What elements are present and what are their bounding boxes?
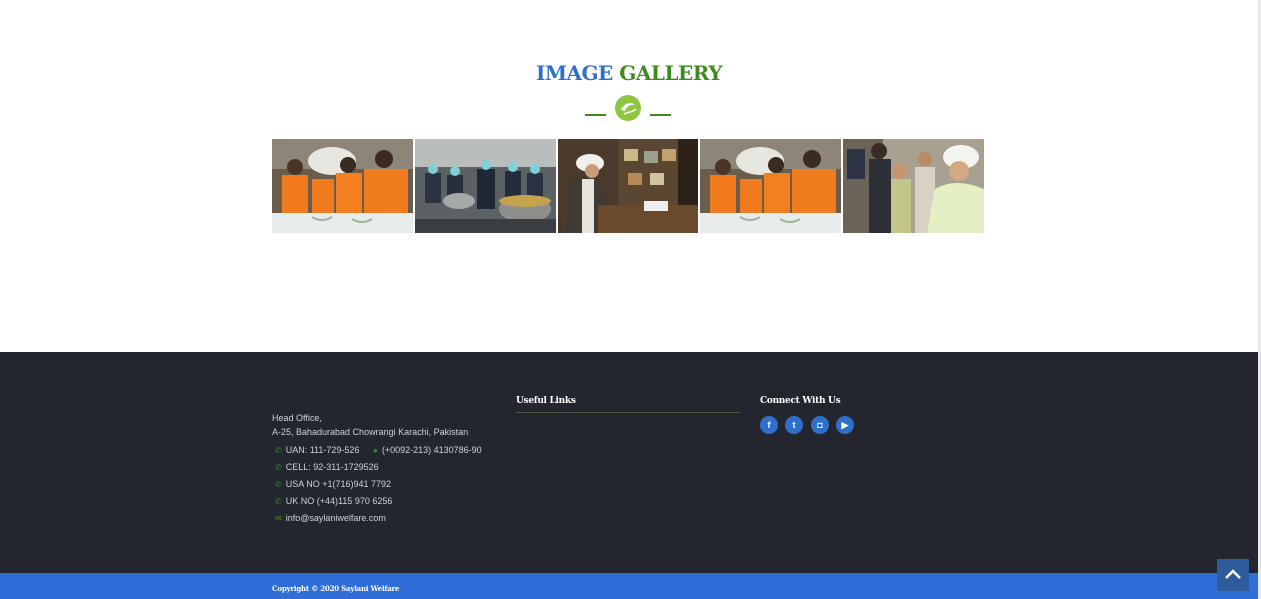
useful-links-title: Useful Links	[516, 396, 576, 406]
email-link[interactable]: info@saylaniwelfare.com	[286, 513, 386, 523]
copyright-bar: Copyright © 2020 Saylani Welfare	[0, 573, 1258, 599]
gallery-image-2[interactable]	[414, 139, 556, 233]
gallery-image-4[interactable]	[700, 139, 842, 233]
uk-contact: ✆ UK NO (+44)115 970 6256	[275, 496, 392, 506]
scroll-to-top-button[interactable]	[1217, 559, 1249, 591]
gallery-divider	[585, 94, 675, 121]
uan-text: UAN: 111-729-526	[285, 445, 360, 455]
gallery-title: IMAGE GALLERY	[0, 61, 1258, 85]
phone-icon: ✆	[275, 497, 282, 506]
image-gallery	[272, 139, 984, 233]
chevron-up-icon	[1225, 569, 1241, 579]
cell-contact: ✆ CELL: 92-311-1729526	[275, 462, 379, 472]
fax-contact: ● (+0092-213) 4130786-90	[373, 445, 482, 455]
page: IMAGE GALLERY Head Office, A-25, Bahadur…	[0, 0, 1258, 599]
divider-line-left	[585, 114, 606, 116]
gallery-image-3[interactable]	[557, 139, 699, 233]
fax-text: (+0092-213) 4130786-90	[381, 445, 482, 455]
divider-line-right	[650, 114, 671, 116]
cell-text: CELL: 92-311-1729526	[285, 462, 379, 472]
address-line-2: A-25, Bahadurabad Chowrangi Karachi, Pak…	[272, 427, 469, 437]
footer: Head Office, A-25, Bahadurabad Chowrangi…	[0, 352, 1258, 573]
gallery-image-5[interactable]	[843, 139, 984, 233]
facebook-icon[interactable]: f	[760, 416, 778, 434]
usa-contact: ✆ USA NO +1(716)941 7792	[275, 479, 391, 489]
uan-contact: ✆ UAN: 111-729-526	[275, 445, 359, 455]
address-line-1: Head Office,	[272, 413, 322, 423]
phone-icon: ✆	[275, 446, 282, 455]
usa-text: USA NO +1(716)941 7792	[285, 479, 392, 489]
gallery-title-part1: IMAGE	[535, 61, 613, 85]
youtube-icon[interactable]: ▶	[836, 416, 854, 434]
email-contact[interactable]: ✉ info@saylaniwelfare.com	[275, 513, 386, 523]
phone-icon: ✆	[275, 480, 282, 489]
useful-links-divider	[516, 412, 741, 413]
saylani-emblem-icon	[615, 95, 641, 121]
gallery-title-part2: GALLERY	[619, 61, 723, 85]
copyright-text: Copyright © 2020 Saylani Welfare	[272, 584, 400, 593]
head-office-address: Head Office, A-25, Bahadurabad Chowrangi…	[272, 411, 502, 439]
envelope-icon: ✉	[275, 514, 282, 523]
gallery-image-1[interactable]	[272, 139, 413, 233]
instagram-icon[interactable]: ◘	[811, 416, 829, 434]
twitter-icon[interactable]: t	[785, 416, 803, 434]
globe-icon: ●	[373, 446, 378, 455]
connect-title: Connect With Us	[760, 396, 841, 406]
uk-text: UK NO (+44)115 970 6256	[285, 496, 393, 506]
phone-icon: ✆	[275, 463, 282, 472]
